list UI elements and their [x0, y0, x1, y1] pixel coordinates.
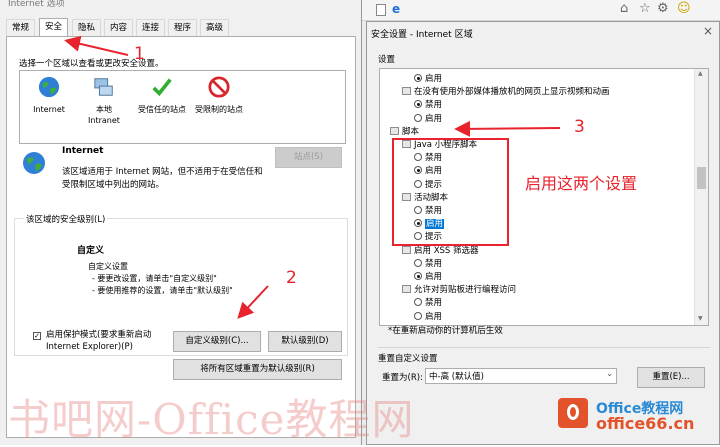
center-watermark: 书吧网-Office教程网 [8, 395, 415, 444]
arrow-1 [64, 35, 129, 56]
office-logo-letter [567, 404, 579, 420]
annotation-note: 启用这两个设置 [525, 174, 638, 193]
arrow-2 [237, 285, 269, 319]
annotation-number-1: 1 [134, 44, 145, 64]
highlight-box [392, 138, 509, 246]
annotation-number-2: 2 [286, 268, 297, 288]
annotation-arrows [64, 35, 561, 319]
annotation-number-3: 3 [574, 117, 585, 137]
arrow-3 [454, 120, 561, 137]
logo-url: office66.cn [596, 414, 695, 433]
